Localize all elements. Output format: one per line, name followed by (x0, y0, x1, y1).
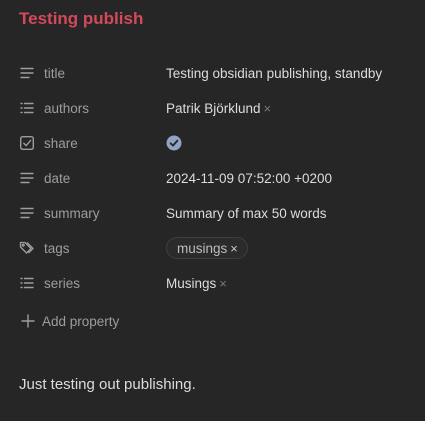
property-key: summary (44, 206, 100, 221)
tag-label[interactable]: musings (177, 241, 227, 256)
property-row-date[interactable]: date 2024-11-09 07:52:00 +0200 (0, 163, 425, 193)
property-key: date (44, 171, 71, 186)
property-row-summary[interactable]: summary Summary of max 50 words (0, 198, 425, 228)
remove-series-button[interactable]: × (219, 276, 227, 291)
series-value[interactable]: Musings (166, 276, 216, 291)
list-icon (19, 100, 35, 116)
remove-author-button[interactable]: × (264, 101, 272, 116)
property-key: share (44, 136, 78, 151)
property-row-authors[interactable]: authors Patrik Björklund × (0, 93, 425, 123)
property-key: tags (44, 241, 70, 256)
property-value[interactable]: Testing obsidian publishing, standby (166, 66, 382, 81)
property-value[interactable]: Summary of max 50 words (166, 206, 327, 221)
property-row-tags[interactable]: tags musings × (0, 233, 425, 263)
note-view: Testing publish title Testing obsidian p… (0, 0, 425, 421)
text-lines-icon (19, 205, 35, 221)
tags-icon (19, 240, 35, 256)
author-value[interactable]: Patrik Björklund (166, 101, 261, 116)
remove-tag-button[interactable]: × (230, 241, 238, 256)
property-key: series (44, 276, 81, 291)
note-title[interactable]: Testing publish (19, 9, 143, 29)
plus-icon (21, 314, 35, 328)
text-lines-icon (19, 170, 35, 186)
property-row-title[interactable]: title Testing obsidian publishing, stand… (0, 58, 425, 88)
add-property-label: Add property (42, 314, 120, 329)
list-icon (19, 275, 35, 291)
property-value: Patrik Björklund × (166, 101, 271, 116)
note-body[interactable]: Just testing out publishing. (19, 376, 196, 393)
share-checkbox[interactable] (166, 135, 182, 151)
property-value: Musings × (166, 276, 227, 291)
text-lines-icon (19, 65, 35, 81)
property-key: authors (44, 101, 90, 116)
property-value[interactable]: 2024-11-09 07:52:00 +0200 (166, 171, 332, 186)
property-row-share[interactable]: share (0, 128, 425, 158)
property-key: title (44, 66, 66, 81)
tag-pill[interactable]: musings × (166, 237, 248, 259)
checkbox-icon (19, 135, 35, 151)
property-row-series[interactable]: series Musings × (0, 268, 425, 298)
